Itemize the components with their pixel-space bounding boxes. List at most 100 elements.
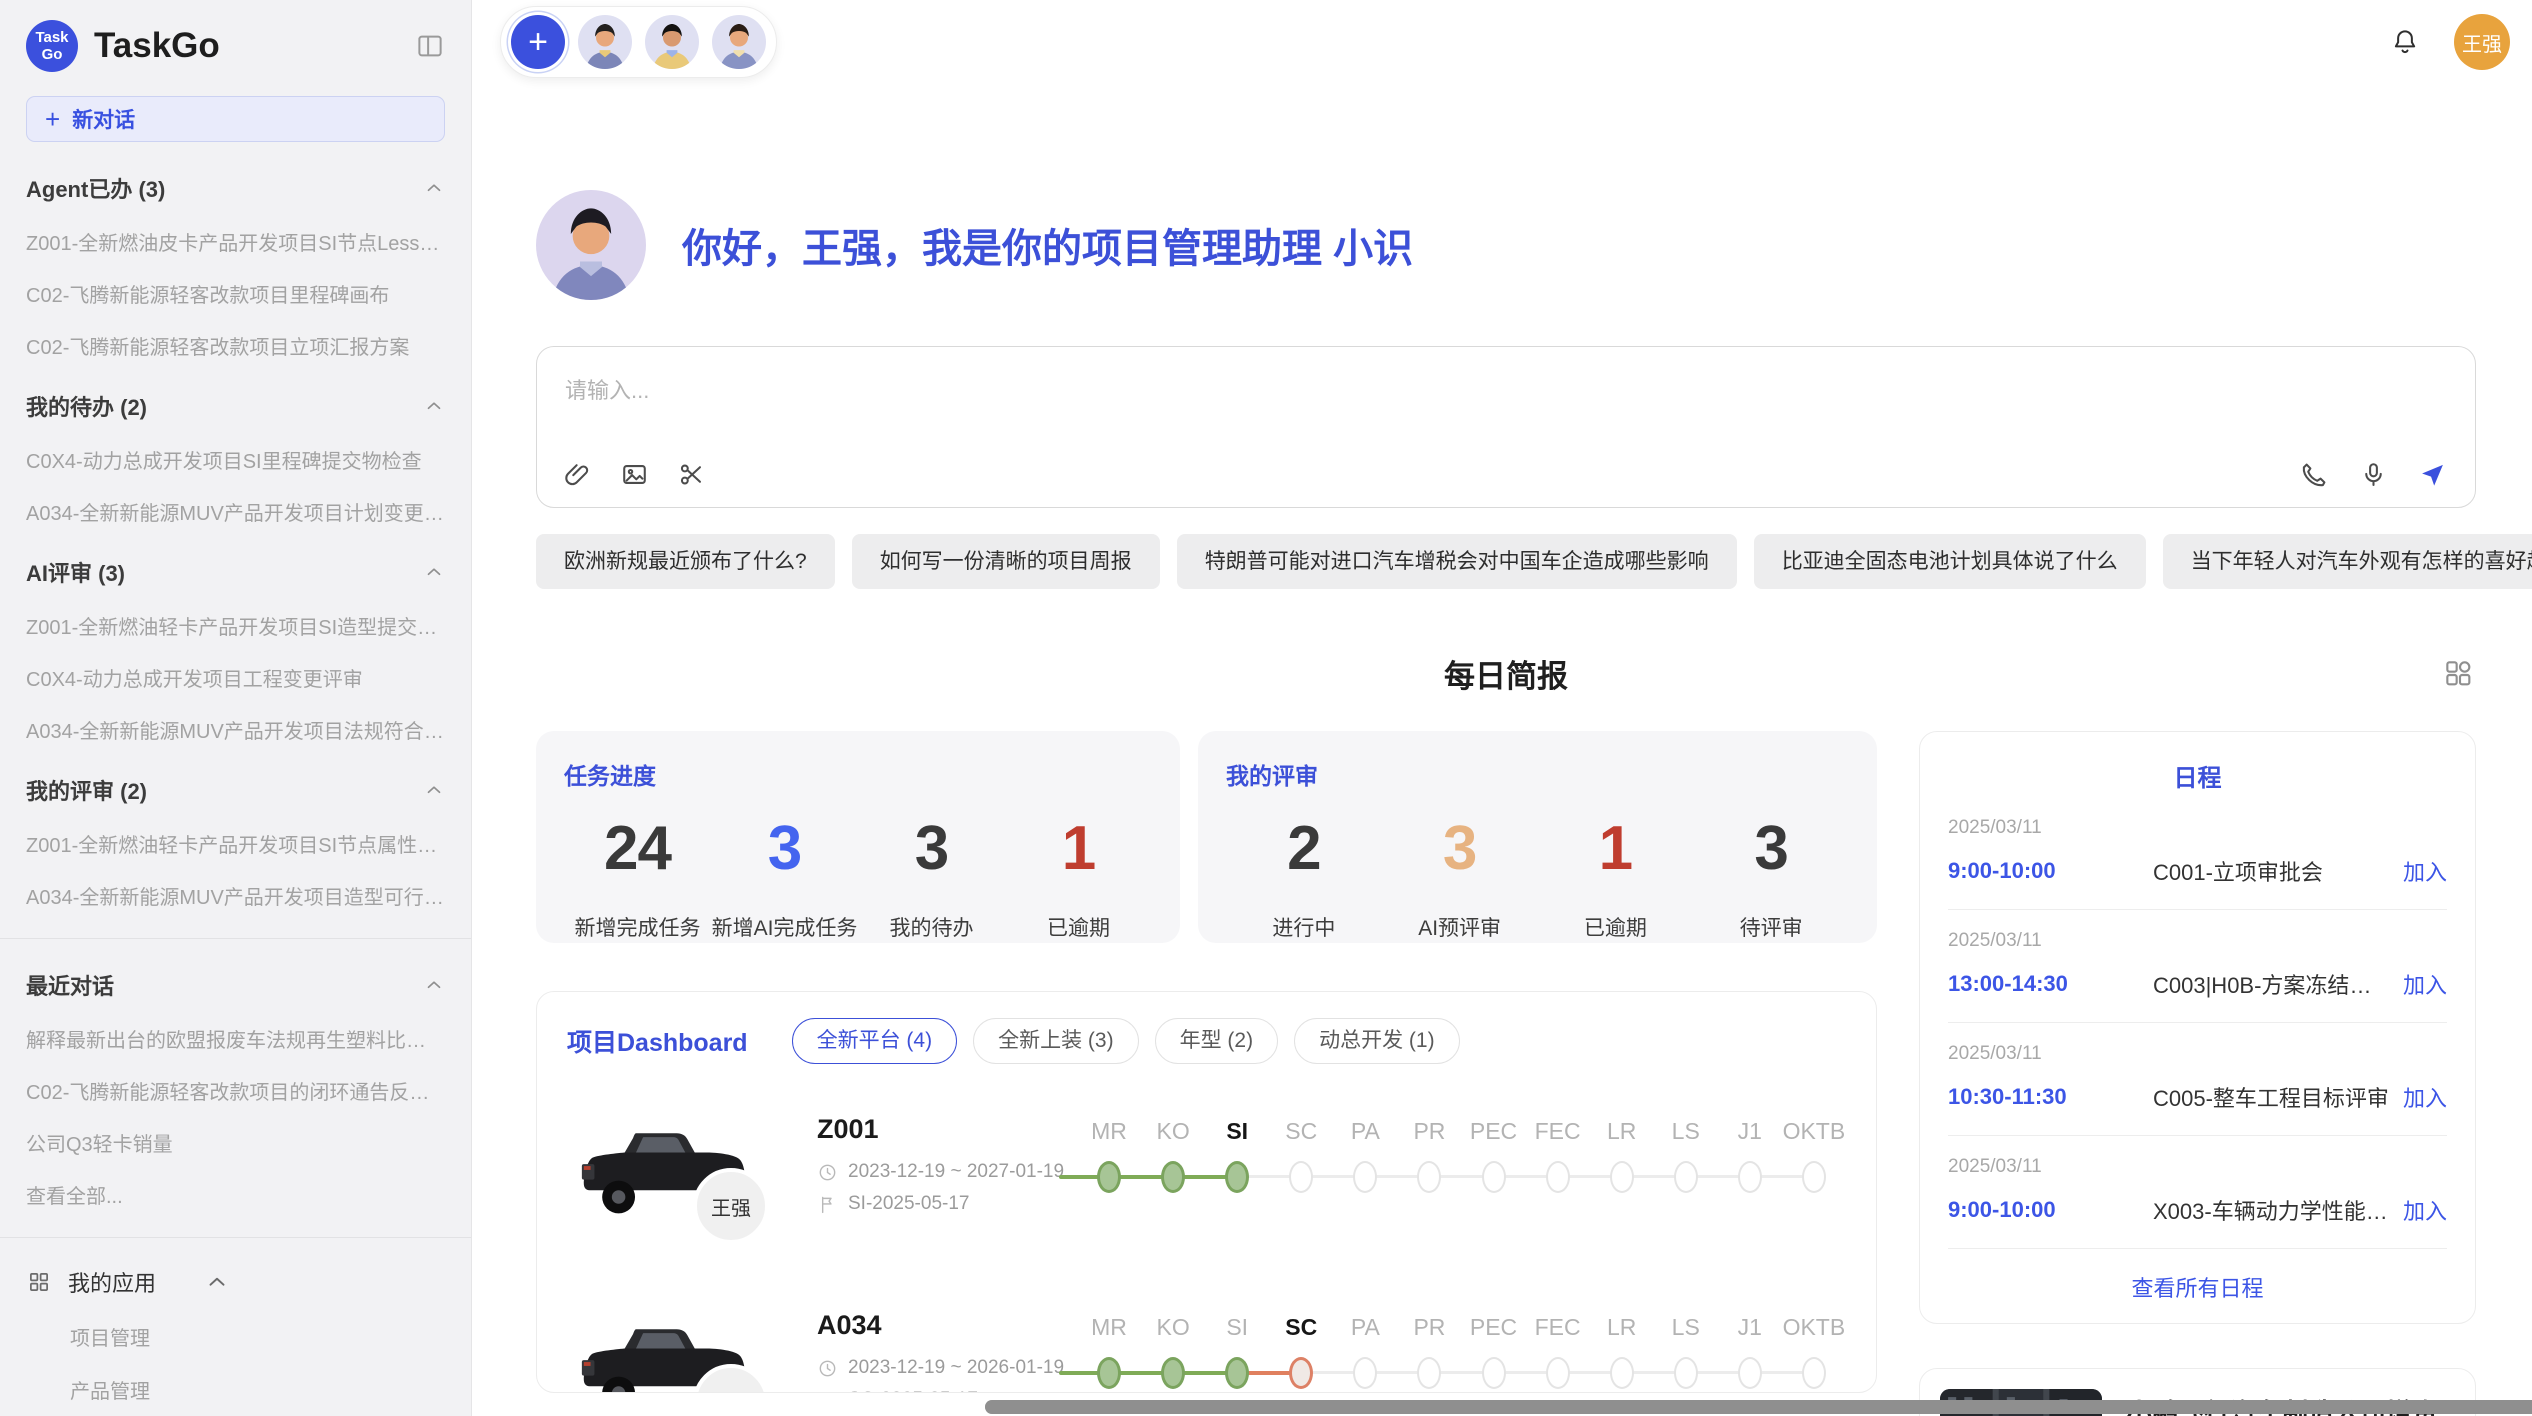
- dashboard-tab[interactable]: 全新平台 (4): [792, 1018, 958, 1064]
- sidebar-item[interactable]: Z001-全新燃油皮卡产品开发项目SI节点Lesson Learn报告: [26, 227, 445, 256]
- sidebar-app-item[interactable]: 项目管理: [70, 1322, 445, 1351]
- milestone-node[interactable]: [1225, 1161, 1249, 1193]
- join-link[interactable]: 加入: [2403, 968, 2447, 1000]
- chevron-up-icon[interactable]: [423, 177, 445, 199]
- chevron-up-icon[interactable]: [423, 395, 445, 417]
- suggestion-chip[interactable]: 如何写一份清晰的项目周报: [852, 534, 1160, 589]
- mic-icon[interactable]: [2359, 460, 2388, 489]
- sidebar-item[interactable]: 公司Q3轻卡销量: [26, 1128, 445, 1157]
- section-header[interactable]: 最近对话: [26, 969, 445, 1001]
- phone-icon[interactable]: [2300, 460, 2329, 489]
- stat-item: 3我的待办: [858, 813, 1005, 942]
- sidebar-item[interactable]: Z001-全新燃油轻卡产品开发项目SI造型提交物评审: [26, 611, 445, 640]
- image-icon[interactable]: [620, 460, 649, 489]
- sidebar-item[interactable]: Z001-全新燃油轻卡产品开发项目SI节点属性5D文件评审: [26, 829, 445, 858]
- milestone-label: PEC: [1461, 1314, 1525, 1341]
- scissors-icon[interactable]: [677, 460, 706, 489]
- chevron-up-icon[interactable]: [423, 561, 445, 583]
- milestone-node[interactable]: [1738, 1357, 1762, 1389]
- dashboard-tab[interactable]: 动总开发 (1): [1294, 1018, 1460, 1064]
- sidebar-item[interactable]: C02-飞腾新能源轻客改款项目立项汇报方案: [26, 331, 445, 360]
- horizontal-scrollbar-track[interactable]: [985, 1400, 2532, 1414]
- chat-input-card[interactable]: 请输入...: [536, 346, 2476, 508]
- chevron-up-icon[interactable]: [204, 1269, 230, 1295]
- sidebar-scroll[interactable]: Agent已办 (3) Z001-全新燃油皮卡产品开发项目SI节点Lesson L…: [0, 142, 471, 1406]
- sidebar-item[interactable]: C02-飞腾新能源轻客改款项目的闭环通告反馈情况: [26, 1076, 445, 1105]
- milestone-node[interactable]: [1161, 1357, 1185, 1389]
- milestone-node[interactable]: [1482, 1357, 1506, 1389]
- sidebar-apps: 我的应用项目管理产品管理变更管理查看全部...: [26, 1266, 445, 1406]
- milestone-node[interactable]: [1546, 1161, 1570, 1193]
- project-row[interactable]: 王强Z0012023-12-19 ~ 2027-01-19SI-2025-05-…: [567, 1110, 1846, 1260]
- milestone-node[interactable]: [1353, 1161, 1377, 1193]
- sidebar-header: Task Go TaskGo: [26, 20, 445, 72]
- sidebar-item[interactable]: C0X4-动力总成开发项目工程变更评审: [26, 663, 445, 692]
- horizontal-scrollbar-thumb[interactable]: [985, 1400, 2532, 1414]
- section-title: 我的待办 (2): [26, 390, 147, 422]
- sidebar-item[interactable]: 解释最新出台的欧盟报废车法规再生塑料比例被调至15%...: [26, 1024, 445, 1053]
- milestone-label: SC: [1269, 1118, 1333, 1145]
- dashboard-tab[interactable]: 年型 (2): [1155, 1018, 1279, 1064]
- suggestion-chip[interactable]: 比亚迪全固态电池计划具体说了什么: [1754, 534, 2146, 589]
- milestone-node[interactable]: [1802, 1161, 1826, 1193]
- chevron-up-icon[interactable]: [423, 974, 445, 996]
- milestone-labels: MRKOSISCPAPRPECFECLRLSJ1OKTB: [1077, 1118, 1846, 1145]
- suggestion-chip[interactable]: 特朗普可能对进口汽车增税会对中国车企造成哪些影响: [1177, 534, 1737, 589]
- milestone-node[interactable]: [1610, 1357, 1634, 1389]
- divider: [0, 938, 471, 939]
- milestone-node[interactable]: [1738, 1161, 1762, 1193]
- schedule-event: 2025/03/119:00-10:00C001-立项审批会加入: [1948, 797, 2447, 910]
- milestone-node[interactable]: [1161, 1161, 1185, 1193]
- sidebar-section: 我的待办 (2) C0X4-动力总成开发项目SI里程碑提交物检查 A034-全新新能…: [26, 390, 445, 526]
- section-header[interactable]: 我的待办 (2): [26, 390, 445, 422]
- sidebar-item[interactable]: A034-全新新能源MUV产品开发项目造型可行性评审: [26, 881, 445, 910]
- send-icon[interactable]: [2418, 460, 2447, 489]
- milestone-node[interactable]: [1097, 1357, 1121, 1389]
- layout-grid-icon[interactable]: [2442, 657, 2474, 689]
- milestone-node[interactable]: [1674, 1161, 1698, 1193]
- section-header[interactable]: Agent已办 (3): [26, 172, 445, 204]
- chevron-up-icon[interactable]: [423, 779, 445, 801]
- add-agent-button[interactable]: +: [511, 15, 565, 69]
- milestone-node[interactable]: [1610, 1161, 1634, 1193]
- notification-bell-icon[interactable]: [2390, 27, 2420, 57]
- user-avatar[interactable]: 王强: [2454, 14, 2510, 70]
- dashboard-tab[interactable]: 全新上装 (3): [973, 1018, 1139, 1064]
- paperclip-icon[interactable]: [563, 460, 592, 489]
- agent-avatar-3[interactable]: [712, 15, 766, 69]
- suggestion-chip[interactable]: 欧洲新规最近颁布了什么?: [536, 534, 835, 589]
- section-header[interactable]: AI评审 (3): [26, 556, 445, 588]
- agent-avatar-2[interactable]: [645, 15, 699, 69]
- join-link[interactable]: 加入: [2403, 855, 2447, 887]
- collapse-sidebar-icon[interactable]: [415, 31, 445, 61]
- milestone-label: MR: [1077, 1118, 1141, 1145]
- milestone-node[interactable]: [1482, 1161, 1506, 1193]
- suggestion-chip[interactable]: 当下年轻人对汽车外观有怎样的喜好趋势: [2163, 534, 2532, 589]
- date-range: 2023-12-19 ~ 2026-01-19: [848, 1357, 1064, 1379]
- agent-avatar-1[interactable]: [578, 15, 632, 69]
- milestone-node[interactable]: [1546, 1357, 1570, 1389]
- milestone-node[interactable]: [1097, 1161, 1121, 1193]
- project-row[interactable]: 王强A0342023-12-19 ~ 2026-01-19SC-2025-05-…: [567, 1306, 1846, 1393]
- milestone-node[interactable]: [1225, 1357, 1249, 1389]
- sidebar-item[interactable]: A034-全新新能源MUV产品开发项目法规符合性评审: [26, 715, 445, 744]
- milestone-node[interactable]: [1417, 1161, 1441, 1193]
- join-link[interactable]: 加入: [2403, 1194, 2447, 1226]
- sidebar-app-item[interactable]: 产品管理: [70, 1375, 445, 1404]
- sidebar-item[interactable]: 查看全部...: [26, 1180, 445, 1209]
- milestone-node[interactable]: [1289, 1161, 1313, 1193]
- sidebar-item-my-apps[interactable]: 我的应用: [26, 1266, 445, 1298]
- milestone-node[interactable]: [1417, 1357, 1441, 1389]
- milestone-node[interactable]: [1289, 1357, 1313, 1389]
- milestone-node[interactable]: [1353, 1357, 1377, 1389]
- section-header[interactable]: 我的评审 (2): [26, 774, 445, 806]
- sidebar-item[interactable]: C0X4-动力总成开发项目SI里程碑提交物检查: [26, 445, 445, 474]
- new-chat-button[interactable]: + 新对话: [26, 96, 445, 142]
- sidebar-item[interactable]: A034-全新新能源MUV产品开发项目计划变更表编写: [26, 497, 445, 526]
- topbar-right: 王强: [2390, 14, 2510, 70]
- join-link[interactable]: 加入: [2403, 1081, 2447, 1113]
- sidebar-item[interactable]: C02-飞腾新能源轻客改款项目里程碑画布: [26, 279, 445, 308]
- milestone-node[interactable]: [1802, 1357, 1826, 1389]
- view-all-schedule-link[interactable]: 查看所有日程: [1948, 1271, 2447, 1303]
- milestone-node[interactable]: [1674, 1357, 1698, 1389]
